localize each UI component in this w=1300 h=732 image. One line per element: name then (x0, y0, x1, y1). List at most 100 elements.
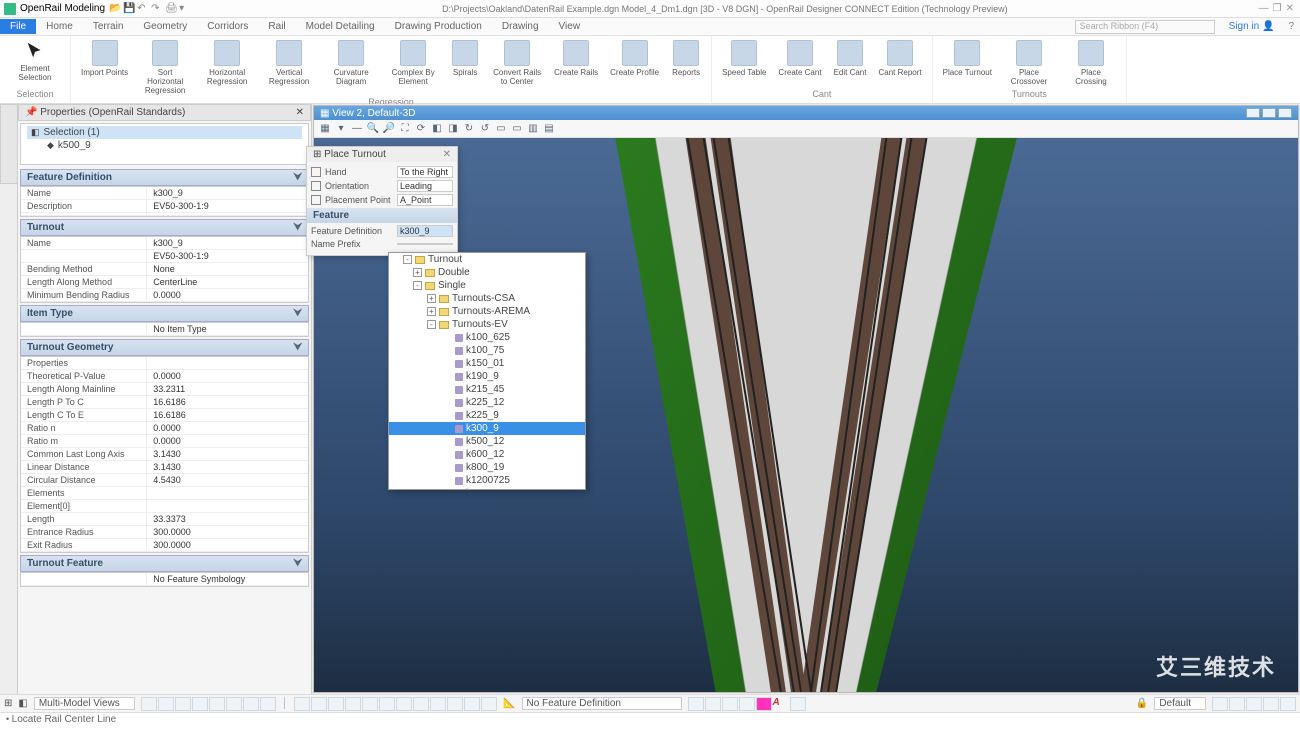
vert-regress-button[interactable]: Vertical Regression (260, 38, 318, 88)
edit-cant-button[interactable]: Edit Cant (830, 38, 871, 79)
lock-icon[interactable]: 🔒 (1136, 698, 1148, 709)
reports-button[interactable]: Reports (667, 38, 705, 79)
orientation-dropdown[interactable]: Leading (397, 180, 453, 192)
open-icon[interactable]: 📂 (109, 3, 121, 15)
feature-def-dropdown[interactable]: k300_9 (397, 225, 453, 237)
property-row[interactable]: Length33.3373 (21, 513, 308, 526)
tab-model-detailing[interactable]: Model Detailing (296, 19, 385, 34)
tree-node[interactable]: +Turnouts-CSA (389, 292, 585, 305)
sidebar-tab[interactable] (0, 104, 18, 184)
tree-node[interactable]: k100_75 (389, 344, 585, 357)
property-row[interactable]: DescriptionEV50-300-1:9 (21, 200, 308, 213)
name-prefix-input[interactable] (397, 243, 453, 245)
property-row[interactable]: Common Last Long Axis3.1430 (21, 448, 308, 461)
rotate-icon[interactable]: ⟳ (414, 122, 428, 136)
view-4-button[interactable] (192, 697, 208, 711)
property-row[interactable]: Exit Radius300.0000 (21, 539, 308, 552)
tab-view[interactable]: View (549, 19, 591, 34)
view-7-button[interactable] (243, 697, 259, 711)
view-header[interactable]: ▦ View 2, Default-3D (314, 106, 1298, 120)
tab-terrain[interactable]: Terrain (83, 19, 134, 34)
save-icon[interactable]: 💾 (123, 3, 135, 15)
fit-icon[interactable]: ⛶ (398, 122, 412, 136)
tree-node[interactable]: k1200725 (389, 474, 585, 487)
place-turnout-button[interactable]: Place Turnout (939, 38, 996, 79)
pin-icon[interactable]: 📌 (25, 107, 37, 118)
property-row[interactable]: Element[0] (21, 500, 308, 513)
section-header[interactable]: Turnout⮟ (20, 219, 309, 236)
property-row[interactable]: No Feature Symbology (21, 573, 308, 586)
tab-corridors[interactable]: Corridors (197, 19, 258, 34)
view-tool-icon[interactable]: ▭ (494, 122, 508, 136)
tree-node[interactable]: +Turnouts-AREMA (389, 305, 585, 318)
view-tool-icon[interactable]: ◨ (446, 122, 460, 136)
property-row[interactable]: Properties (21, 357, 308, 370)
property-row[interactable]: Length Along Mainline33.2311 (21, 383, 308, 396)
property-row[interactable]: Entrance Radius300.0000 (21, 526, 308, 539)
property-row[interactable]: Theoretical P-Value0.0000 (21, 370, 308, 383)
level-dropdown[interactable]: Default (1154, 697, 1206, 710)
view-tool-icon[interactable]: — (350, 122, 364, 136)
tree-node[interactable]: k300_9 (389, 422, 585, 435)
section-header[interactable]: Feature Definition⮟ (20, 169, 309, 186)
property-row[interactable]: EV50-300-1:9 (21, 250, 308, 263)
tab-drawing-production[interactable]: Drawing Production (385, 19, 492, 34)
selection-header[interactable]: ◧ Selection (1) (27, 126, 302, 139)
dialog-close-icon[interactable]: ✕ (443, 149, 451, 160)
feature-def-dropdown[interactable]: No Feature Definition (522, 697, 682, 710)
close-button[interactable]: ✕ (1286, 3, 1294, 14)
create-cant-button[interactable]: Create Cant (774, 38, 825, 79)
maximize-button[interactable]: ❐ (1273, 3, 1282, 14)
view-tool-icon[interactable]: ↺ (478, 122, 492, 136)
element-selection-button[interactable]: Element Selection (6, 38, 64, 84)
import-points-button[interactable]: Import Points (77, 38, 132, 79)
view-8-button[interactable] (260, 697, 276, 711)
view-3-button[interactable] (175, 697, 191, 711)
horiz-regress-button[interactable]: Horizontal Regression (198, 38, 256, 88)
section-header[interactable]: Turnout Feature⮟ (20, 555, 309, 572)
view-close-icon[interactable] (1278, 108, 1292, 118)
property-row[interactable] (21, 213, 308, 216)
convert-rails-button[interactable]: Convert Rails to Center (488, 38, 546, 88)
property-row[interactable]: Ratio n0.0000 (21, 422, 308, 435)
view-6-button[interactable] (226, 697, 242, 711)
tree-node[interactable]: k800_19 (389, 461, 585, 474)
view-tool-icon[interactable]: ▦ (318, 122, 332, 136)
placement-dropdown[interactable]: A_Point (397, 194, 453, 206)
property-row[interactable]: No Item Type (21, 323, 308, 336)
property-row[interactable]: Length P To C16.6186 (21, 396, 308, 409)
tree-node[interactable]: k225_12 (389, 396, 585, 409)
tree-node[interactable]: -Turnout (389, 253, 585, 266)
view-tool-icon[interactable]: ▤ (542, 122, 556, 136)
tree-node[interactable]: -Turnouts-EV (389, 318, 585, 331)
create-profile-button[interactable]: Create Profile (606, 38, 663, 79)
feature-tree-popup[interactable]: -Turnout+Double-Single+Turnouts-CSA+Turn… (388, 252, 586, 490)
view-2-button[interactable] (158, 697, 174, 711)
tree-node[interactable]: k2300760 (389, 487, 585, 490)
property-row[interactable]: Length C To E16.6186 (21, 409, 308, 422)
property-row[interactable]: Elements (21, 487, 308, 500)
spirals-button[interactable]: Spirals (446, 38, 484, 79)
property-row[interactable]: Namek300_9 (21, 237, 308, 250)
orientation-checkbox[interactable] (311, 181, 321, 191)
property-row[interactable]: Linear Distance3.1430 (21, 461, 308, 474)
complex-by-element-button[interactable]: Complex By Element (384, 38, 442, 88)
tree-node[interactable]: k190_9 (389, 370, 585, 383)
property-row[interactable]: Namek300_9 (21, 187, 308, 200)
ribbon-search[interactable]: Search Ribbon (F4) (1075, 20, 1215, 34)
view-tool-icon[interactable]: ▭ (510, 122, 524, 136)
tab-rail[interactable]: Rail (258, 19, 295, 34)
view-1-button[interactable] (141, 697, 157, 711)
geom-icon[interactable]: 📐 (503, 698, 515, 709)
undo-icon[interactable]: ↶ (137, 3, 149, 15)
view-max-icon[interactable] (1262, 108, 1276, 118)
place-crossing-button[interactable]: Place Crossing (1062, 38, 1120, 88)
property-row[interactable]: Bending MethodNone (21, 263, 308, 276)
model-views-dropdown[interactable]: Multi-Model Views (34, 697, 135, 710)
help-icon[interactable]: ? (1282, 21, 1300, 32)
hand-dropdown[interactable]: To the Right (397, 166, 453, 178)
hand-checkbox[interactable] (311, 167, 321, 177)
view-tool-icon[interactable]: ▥ (526, 122, 540, 136)
view-tool-icon[interactable]: ▾ (334, 122, 348, 136)
tab-home[interactable]: Home (36, 19, 83, 34)
